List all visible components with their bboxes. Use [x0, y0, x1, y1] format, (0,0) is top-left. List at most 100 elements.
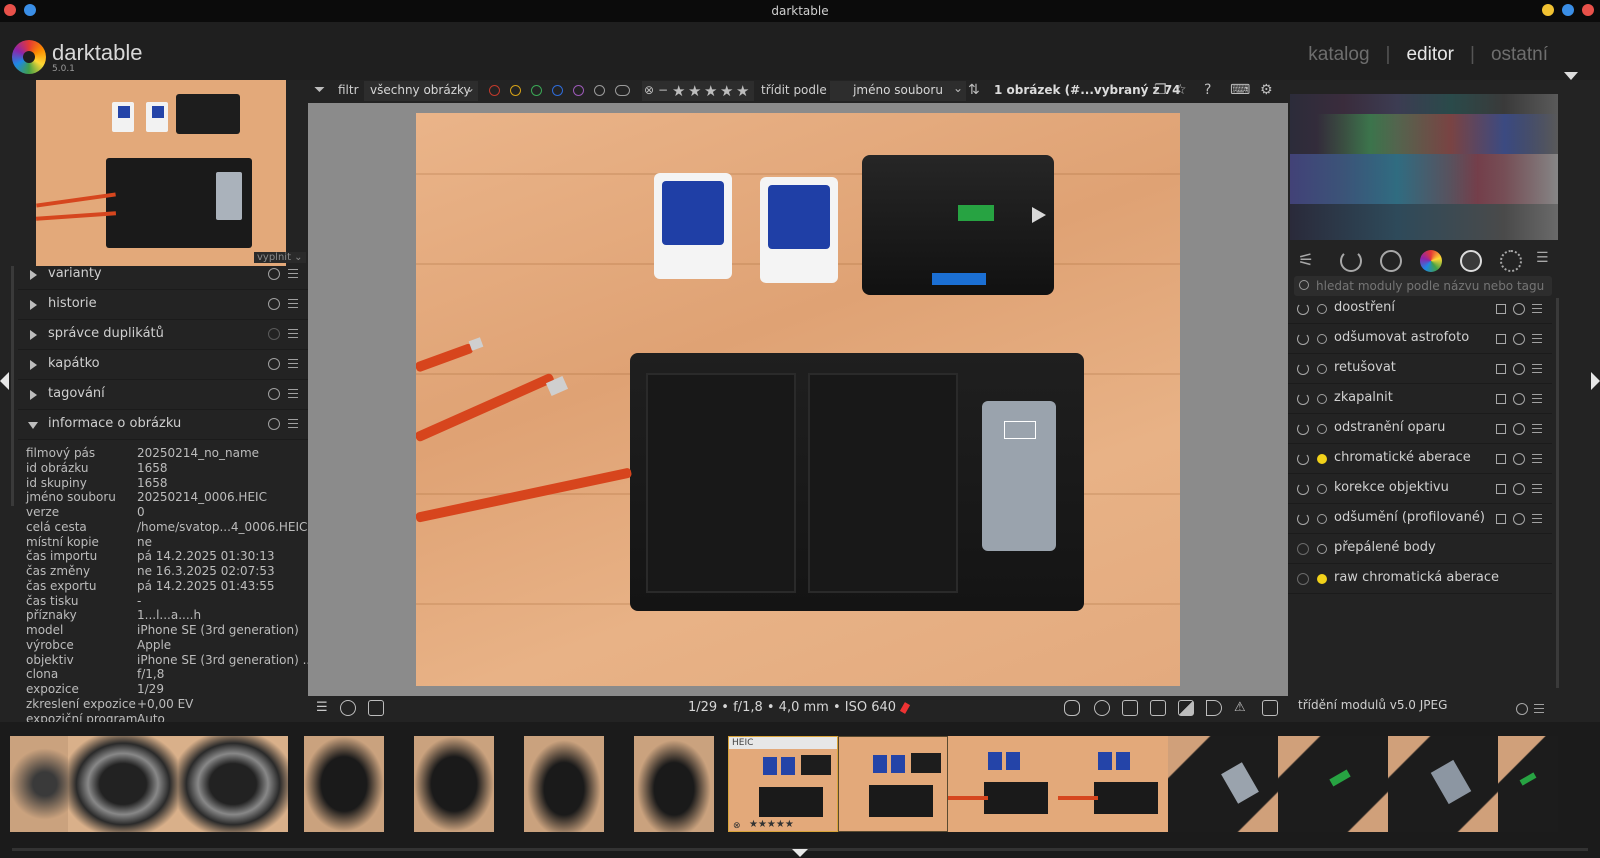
reset-icon[interactable] [268, 388, 280, 400]
grid-icon[interactable] [1262, 700, 1278, 716]
reset-icon[interactable] [1513, 333, 1525, 345]
reset-icon[interactable] [1513, 393, 1525, 405]
power-icon[interactable] [1297, 483, 1309, 495]
module-haze-removal[interactable]: odstranění oparu [1288, 414, 1552, 444]
filmstrip-thumbnail[interactable] [414, 736, 494, 832]
filter-select[interactable]: všechny obrázky [364, 81, 478, 101]
reset-icon[interactable] [268, 328, 280, 340]
sort-select[interactable]: jméno souboru [830, 81, 966, 101]
module-astrophoto-denoise[interactable]: odšumovat astrofoto [1288, 324, 1552, 354]
correct-group-icon[interactable] [1460, 250, 1482, 272]
blue-label-icon[interactable] [552, 85, 563, 96]
module-variants[interactable]: varianty [18, 260, 308, 290]
overlay-icon[interactable] [1150, 700, 1166, 716]
reset-icon[interactable] [1513, 513, 1525, 525]
menu-icon[interactable] [288, 269, 298, 279]
green-label-icon[interactable] [531, 85, 542, 96]
menu-icon[interactable] [288, 359, 298, 369]
window-minimize-dot[interactable] [1542, 4, 1554, 16]
reset-icon[interactable] [1513, 303, 1525, 315]
menu-icon[interactable] [288, 389, 298, 399]
copy-icon[interactable]: ❐ [1154, 82, 1167, 98]
reset-icon[interactable] [1516, 703, 1528, 715]
star-icon[interactable]: ★ [688, 82, 701, 100]
module-raw-chromatic-aberrations[interactable]: raw chromatická aberace [1288, 564, 1552, 594]
minus-icon[interactable]: − [658, 83, 668, 97]
keyboard-icon[interactable]: ⌨ [1230, 82, 1250, 98]
reset-icon[interactable] [268, 298, 280, 310]
color-group-icon[interactable] [1420, 250, 1442, 272]
star-icon[interactable]: ★ [720, 82, 733, 100]
module-sharpen[interactable]: doostření [1288, 294, 1552, 324]
module-retouch[interactable]: retušovat [1288, 354, 1552, 384]
view-other[interactable]: ostatní [1491, 44, 1548, 65]
module-chromatic-aberrations[interactable]: chromatické aberace [1288, 444, 1552, 474]
filmstrip-thumbnail[interactable] [948, 736, 1058, 832]
filmstrip-thumbnail[interactable] [68, 736, 178, 832]
bottom-panel-toggle-icon[interactable] [792, 849, 808, 857]
menu-icon[interactable] [1532, 304, 1542, 314]
multi-instance-icon[interactable] [1496, 364, 1506, 374]
module-image-information[interactable]: informace o obrázku [18, 410, 308, 440]
module-lens-correction[interactable]: korekce objektivu [1288, 474, 1552, 504]
reject-icon[interactable]: ⊗ [644, 83, 654, 97]
chevron-down-icon[interactable] [1564, 72, 1578, 80]
reset-icon[interactable] [268, 268, 280, 280]
left-panel-scrollbar[interactable] [11, 266, 14, 506]
multi-instance-icon[interactable] [1496, 424, 1506, 434]
effects-group-icon[interactable] [1500, 250, 1522, 272]
filmstrip-thumbnail[interactable] [634, 736, 714, 832]
menu-icon[interactable] [1532, 364, 1542, 374]
warning-icon[interactable]: ⚠ [1234, 700, 1250, 716]
power-icon[interactable] [1297, 453, 1309, 465]
power-icon[interactable] [1340, 250, 1362, 272]
module-denoise-profiled[interactable]: odšumění (profilované) [1288, 504, 1552, 534]
filmstrip-thumbnail-selected[interactable]: HEIC ⊗ ★★★★★ [728, 736, 838, 832]
aspect-icon[interactable] [1122, 700, 1138, 716]
power-icon[interactable] [1297, 303, 1309, 315]
reset-icon[interactable] [268, 358, 280, 370]
focus-peaking-icon[interactable] [1064, 700, 1080, 716]
circle-icon[interactable] [1380, 250, 1402, 272]
star-outline-icon[interactable]: ☆ [1174, 82, 1187, 98]
star-icon[interactable]: ★ [704, 82, 717, 100]
module-duplicate-manager[interactable]: správce duplikátů [18, 320, 308, 350]
menu-icon[interactable] [1532, 424, 1542, 434]
center-view[interactable] [308, 103, 1288, 696]
reset-icon[interactable] [1513, 423, 1525, 435]
menu-icon[interactable] [1532, 394, 1542, 404]
reset-icon[interactable] [268, 418, 280, 430]
gamut-icon[interactable] [1206, 700, 1222, 716]
power-icon[interactable] [1297, 543, 1309, 555]
window-close-button[interactable] [1582, 4, 1594, 16]
menu-icon[interactable] [288, 419, 298, 429]
star-icon[interactable]: ★ [672, 82, 685, 100]
right-panel-toggle-icon[interactable] [1591, 372, 1600, 390]
multi-instance-icon[interactable] [1496, 394, 1506, 404]
gear-icon[interactable]: ⚙ [1260, 82, 1273, 98]
menu-icon[interactable] [1532, 514, 1542, 524]
purple-label-icon[interactable] [573, 85, 584, 96]
help-icon[interactable]: ? [1204, 82, 1211, 98]
bulb-icon[interactable] [1094, 700, 1110, 716]
module-color-picker[interactable]: kapátko [18, 350, 308, 380]
thumbnail-stars[interactable]: ★★★★★ [749, 819, 794, 830]
menu-icon[interactable] [1532, 484, 1542, 494]
filmstrip-thumbnail[interactable] [1168, 736, 1278, 832]
filmstrip-thumbnail[interactable] [838, 736, 948, 832]
sliders-icon[interactable]: ⚟ [1298, 250, 1320, 272]
filmstrip-thumbnail[interactable] [1278, 736, 1388, 832]
rating-filter[interactable]: ⊗ − ★ ★ ★ ★ ★ [642, 81, 754, 101]
module-hot-pixels[interactable]: přepálené body [1288, 534, 1552, 564]
module-history[interactable]: historie [18, 290, 308, 320]
power-icon[interactable] [1297, 423, 1309, 435]
module-tagging[interactable]: tagování [18, 380, 308, 410]
reject-icon[interactable]: ⊗ [733, 821, 741, 831]
power-icon[interactable] [1297, 573, 1309, 585]
module-search-input[interactable] [1316, 278, 1546, 294]
multi-instance-icon[interactable] [1496, 484, 1506, 494]
menu-icon[interactable] [1534, 704, 1544, 714]
power-icon[interactable] [1297, 393, 1309, 405]
view-editor[interactable]: editor [1406, 44, 1454, 65]
filmstrip-thumbnail[interactable] [1388, 736, 1498, 832]
